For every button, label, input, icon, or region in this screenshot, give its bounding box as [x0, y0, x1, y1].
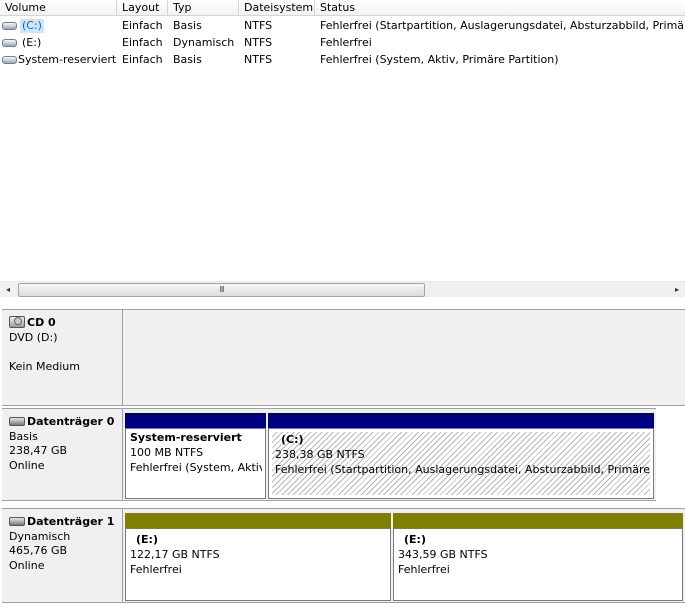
disk-line: Kein Medium [9, 360, 80, 373]
typ-cell: Dynamisch [173, 36, 235, 49]
typ-cell: Basis [173, 53, 202, 66]
disk-label-datentraeger-1[interactable]: Datenträger 1 Dynamisch 465,76 GB Online [2, 508, 123, 603]
table-row[interactable]: (E:) Einfach Dynamisch NTFS Fehlerfrei [0, 34, 685, 51]
hard-disk-icon [9, 417, 25, 426]
partition-size: 238,38 GB NTFS [275, 448, 365, 461]
partition-c[interactable]: (C:) 238,38 GB NTFS Fehlerfrei (Startpar… [268, 413, 654, 499]
status-cell: Fehlerfrei (System, Aktiv, Primäre Parti… [320, 53, 559, 66]
volume-cell[interactable]: (C:) [0, 17, 117, 34]
disk-title: Datenträger 1 [9, 515, 122, 530]
partition-name: System-reserviert [130, 431, 242, 444]
partition-bar [393, 513, 683, 528]
volume-cell[interactable]: System-reserviert [0, 51, 117, 68]
partition-info-selected: (C:) 238,38 GB NTFS Fehlerfrei (Startpar… [272, 432, 650, 495]
volume-disk-icon [2, 22, 17, 30]
partition-name: (E:) [404, 533, 426, 546]
layout-cell: Einfach [122, 19, 163, 32]
partition-box: (C:) 238,38 GB NTFS Fehlerfrei (Startpar… [268, 428, 654, 499]
disk-label-cd0[interactable]: CD 0 DVD (D:) Kein Medium [2, 309, 123, 406]
dateisystem-cell: NTFS [244, 19, 273, 32]
status-cell: Fehlerfrei [320, 36, 372, 49]
partition-size: 343,59 GB NTFS [398, 548, 488, 561]
partition-bar [268, 413, 654, 428]
volume-name: System-reserviert [18, 53, 117, 66]
volume-name: (E:) [22, 36, 42, 49]
disk-line: Online [9, 558, 45, 572]
grip-icon: III [219, 285, 224, 294]
partition-box: (E:) 122,17 GB NTFS Fehlerfrei [125, 528, 391, 601]
partition-status: Fehlerfrei (System, Aktiv [130, 461, 262, 474]
disk-area-datentraeger-0: System-reserviert 100 MB NTFS Fehlerfrei… [123, 408, 656, 501]
column-header-row: Volume Layout Typ Dateisystem Status [0, 0, 685, 16]
disk-title: CD 0 [9, 316, 122, 331]
layout-cell: Einfach [122, 53, 163, 66]
partition-status: Fehlerfrei [398, 563, 450, 576]
partition-bar [125, 413, 266, 428]
disk-line: 465,76 GB [9, 544, 68, 557]
partition-box: (E:) 343,59 GB NTFS Fehlerfrei [393, 528, 683, 601]
scrollbar-thumb[interactable]: III [18, 283, 425, 297]
partition-info: (E:) 122,17 GB NTFS Fehlerfrei [127, 532, 387, 597]
dateisystem-cell: NTFS [244, 36, 273, 49]
layout-cell: Einfach [122, 36, 163, 49]
column-header-typ[interactable]: Typ [168, 0, 239, 16]
disk-line: DVD (D:) [9, 330, 58, 344]
horizontal-scrollbar[interactable]: ◂ III ▸ [0, 281, 685, 297]
partition-e-2[interactable]: (E:) 343,59 GB NTFS Fehlerfrei [393, 513, 683, 601]
partition-bar [125, 513, 391, 528]
table-row[interactable]: System-reserviert Einfach Basis NTFS Feh… [0, 51, 685, 68]
dateisystem-cell: NTFS [244, 53, 273, 66]
volume-name: (C:) [20, 19, 44, 33]
partition-status: Fehlerfrei [130, 563, 182, 576]
disk-line [9, 345, 122, 360]
disk-line: Basis [9, 429, 38, 443]
disk-line: Online [9, 458, 45, 472]
disk-label-datentraeger-0[interactable]: Datenträger 0 Basis 238,47 GB Online [2, 408, 123, 501]
partition-box: System-reserviert 100 MB NTFS Fehlerfrei… [125, 428, 266, 499]
disk-line: Dynamisch [9, 529, 71, 543]
column-header-dateisystem[interactable]: Dateisystem [239, 0, 315, 16]
partition-e-1[interactable]: (E:) 122,17 GB NTFS Fehlerfrei [125, 513, 391, 601]
partition-system-reserviert[interactable]: System-reserviert 100 MB NTFS Fehlerfrei… [125, 413, 266, 499]
disk-area-datentraeger-1: (E:) 122,17 GB NTFS Fehlerfrei (E:) 343,… [123, 508, 685, 603]
table-row[interactable]: (C:) Einfach Basis NTFS Fehlerfrei (Star… [0, 17, 685, 34]
disk-line: 238,47 GB [9, 444, 68, 457]
partition-name: (C:) [281, 433, 304, 446]
hard-disk-icon [9, 517, 25, 526]
disk-area-cd0 [123, 309, 685, 406]
partition-info: System-reserviert 100 MB NTFS Fehlerfrei… [127, 430, 262, 495]
column-header-volume[interactable]: Volume [0, 0, 117, 16]
volume-disk-icon [2, 56, 17, 64]
partition-name: (E:) [136, 533, 158, 546]
disk-title: Datenträger 0 [9, 415, 122, 430]
typ-cell: Basis [173, 19, 202, 32]
volume-list[interactable]: Volume Layout Typ Dateisystem Status (C:… [0, 0, 685, 281]
status-cell: Fehlerfrei (Startpartition, Auslagerungs… [320, 19, 685, 32]
partition-size: 122,17 GB NTFS [130, 548, 220, 561]
column-header-layout[interactable]: Layout [117, 0, 168, 16]
volume-cell[interactable]: (E:) [0, 34, 117, 51]
partition-status: Fehlerfrei (Startpartition, Auslagerungs… [275, 463, 650, 476]
scroll-left-icon[interactable]: ◂ [0, 282, 16, 298]
scroll-right-icon[interactable]: ▸ [669, 282, 685, 298]
volume-disk-icon [2, 39, 17, 47]
partition-size: 100 MB NTFS [130, 446, 204, 459]
disk-map: CD 0 DVD (D:) Kein Medium Datenträger 0 … [0, 297, 685, 609]
column-header-status[interactable]: Status [315, 0, 685, 16]
partition-info: (E:) 343,59 GB NTFS Fehlerfrei [395, 532, 679, 597]
cd-drive-icon [9, 316, 25, 328]
